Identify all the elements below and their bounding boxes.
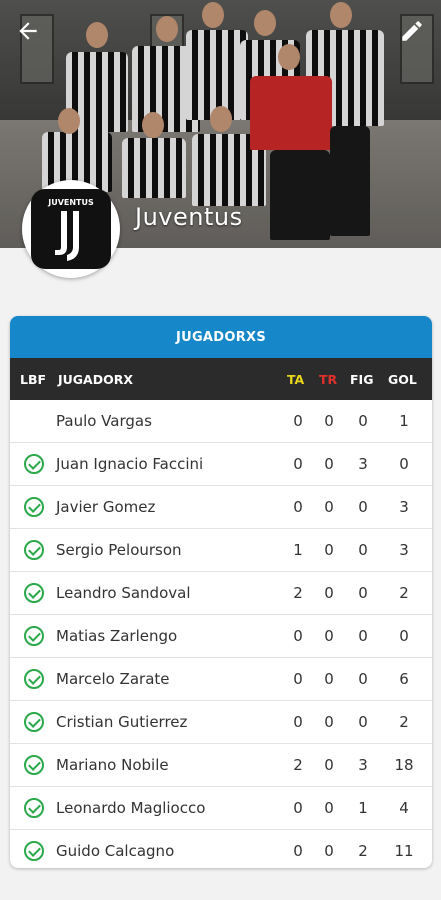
table-header: LBF JUGADORX TA TR FIG GOL bbox=[10, 358, 432, 400]
ta-value: 0 bbox=[293, 498, 303, 516]
table-row[interactable]: Javier Gomez 0 0 0 3 bbox=[10, 486, 432, 529]
col-gol: GOL bbox=[388, 371, 417, 387]
player-name: Cristian Gutierrez bbox=[56, 713, 188, 731]
gol-value: 2 bbox=[399, 584, 409, 602]
ta-value: 0 bbox=[293, 455, 303, 473]
ta-value: 2 bbox=[293, 584, 303, 602]
table-row[interactable]: Marcelo Zarate 0 0 0 6 bbox=[10, 658, 432, 701]
gol-value: 1 bbox=[399, 412, 409, 430]
tr-value: 0 bbox=[324, 412, 334, 430]
fig-value: 0 bbox=[358, 541, 368, 559]
table-row[interactable]: Mariano Nobile 2 0 3 18 bbox=[10, 744, 432, 787]
col-player: JUGADORX bbox=[58, 371, 133, 387]
check-circle-icon bbox=[24, 583, 44, 603]
check-circle-icon bbox=[24, 755, 44, 775]
col-ta: TA bbox=[287, 371, 305, 387]
tr-value: 0 bbox=[324, 455, 334, 473]
back-arrow-icon[interactable] bbox=[14, 18, 42, 46]
player-name: Leandro Sandoval bbox=[56, 584, 191, 602]
gol-value: 0 bbox=[399, 455, 409, 473]
table-row[interactable]: Sergio Pelourson 1 0 0 3 bbox=[10, 529, 432, 572]
fig-value: 3 bbox=[358, 756, 368, 774]
player-name: Leonardo Magliocco bbox=[56, 799, 206, 817]
player-name: Sergio Pelourson bbox=[56, 541, 182, 559]
player-list: Paulo Vargas 0 0 0 1 Juan Ignacio Faccini 0 0 3 0… bbox=[10, 400, 432, 868]
edit-pencil-icon[interactable] bbox=[399, 18, 427, 46]
tr-value: 0 bbox=[324, 799, 334, 817]
team-logo: JUVENTUS bbox=[22, 180, 120, 278]
gol-value: 0 bbox=[399, 627, 409, 645]
ta-value: 0 bbox=[293, 627, 303, 645]
fig-value: 0 bbox=[358, 412, 368, 430]
fig-value: 0 bbox=[358, 627, 368, 645]
card-title: JUGADORXS bbox=[10, 316, 432, 358]
tr-value: 0 bbox=[324, 713, 334, 731]
ta-value: 0 bbox=[293, 713, 303, 731]
tr-value: 0 bbox=[324, 756, 334, 774]
fig-value: 0 bbox=[358, 584, 368, 602]
tr-value: 0 bbox=[324, 670, 334, 688]
ta-value: 2 bbox=[293, 756, 303, 774]
ta-value: 0 bbox=[293, 670, 303, 688]
gol-value: 11 bbox=[394, 842, 414, 860]
ta-value: 1 bbox=[293, 541, 303, 559]
player-name: Matias Zarlengo bbox=[56, 627, 178, 645]
team-name: Juventus bbox=[135, 203, 243, 231]
fig-value: 1 bbox=[358, 799, 368, 817]
player-name: Guido Calcagno bbox=[56, 842, 175, 860]
check-circle-icon bbox=[24, 712, 44, 732]
check-circle-icon bbox=[24, 669, 44, 689]
tr-value: 0 bbox=[324, 541, 334, 559]
table-row[interactable]: Cristian Gutierrez 0 0 0 2 bbox=[10, 701, 432, 744]
check-circle-icon bbox=[24, 626, 44, 646]
juventus-logo-icon: JUVENTUS bbox=[31, 189, 111, 269]
logo-wordmark: JUVENTUS bbox=[47, 198, 94, 207]
check-circle-icon bbox=[24, 454, 44, 474]
ta-value: 0 bbox=[293, 842, 303, 860]
check-circle-icon bbox=[24, 497, 44, 517]
player-name: Marcelo Zarate bbox=[56, 670, 170, 688]
table-row[interactable]: Guido Calcagno 0 0 2 11 bbox=[10, 830, 432, 868]
gol-value: 6 bbox=[399, 670, 409, 688]
gol-value: 3 bbox=[399, 541, 409, 559]
table-row[interactable]: Juan Ignacio Faccini 0 0 3 0 bbox=[10, 443, 432, 486]
table-row[interactable]: Matias Zarlengo 0 0 0 0 bbox=[10, 615, 432, 658]
tr-value: 0 bbox=[324, 498, 334, 516]
player-name: Javier Gomez bbox=[56, 498, 156, 516]
ta-value: 0 bbox=[293, 799, 303, 817]
fig-value: 2 bbox=[358, 842, 368, 860]
col-tr: TR bbox=[319, 371, 338, 387]
col-lbf: LBF bbox=[20, 371, 47, 387]
fig-value: 0 bbox=[358, 498, 368, 516]
tr-value: 0 bbox=[324, 584, 334, 602]
gol-value: 4 bbox=[399, 799, 409, 817]
player-name: Mariano Nobile bbox=[56, 756, 169, 774]
table-row[interactable]: Leandro Sandoval 2 0 0 2 bbox=[10, 572, 432, 615]
fig-value: 0 bbox=[358, 670, 368, 688]
gol-value: 2 bbox=[399, 713, 409, 731]
fig-value: 3 bbox=[358, 455, 368, 473]
table-row[interactable]: Leonardo Magliocco 0 0 1 4 bbox=[10, 787, 432, 830]
check-circle-icon bbox=[24, 841, 44, 861]
check-circle-icon bbox=[24, 540, 44, 560]
players-card: JUGADORXS LBF JUGADORX TA TR FIG GOL Pau… bbox=[10, 316, 432, 868]
tr-value: 0 bbox=[324, 842, 334, 860]
gol-value: 3 bbox=[399, 498, 409, 516]
tr-value: 0 bbox=[324, 627, 334, 645]
player-name: Paulo Vargas bbox=[56, 412, 152, 430]
check-circle-icon bbox=[24, 798, 44, 818]
player-name: Juan Ignacio Faccini bbox=[56, 455, 204, 473]
ta-value: 0 bbox=[293, 412, 303, 430]
fig-value: 0 bbox=[358, 713, 368, 731]
col-fig: FIG bbox=[350, 371, 374, 387]
gol-value: 18 bbox=[394, 756, 414, 774]
table-row[interactable]: Paulo Vargas 0 0 0 1 bbox=[10, 400, 432, 443]
